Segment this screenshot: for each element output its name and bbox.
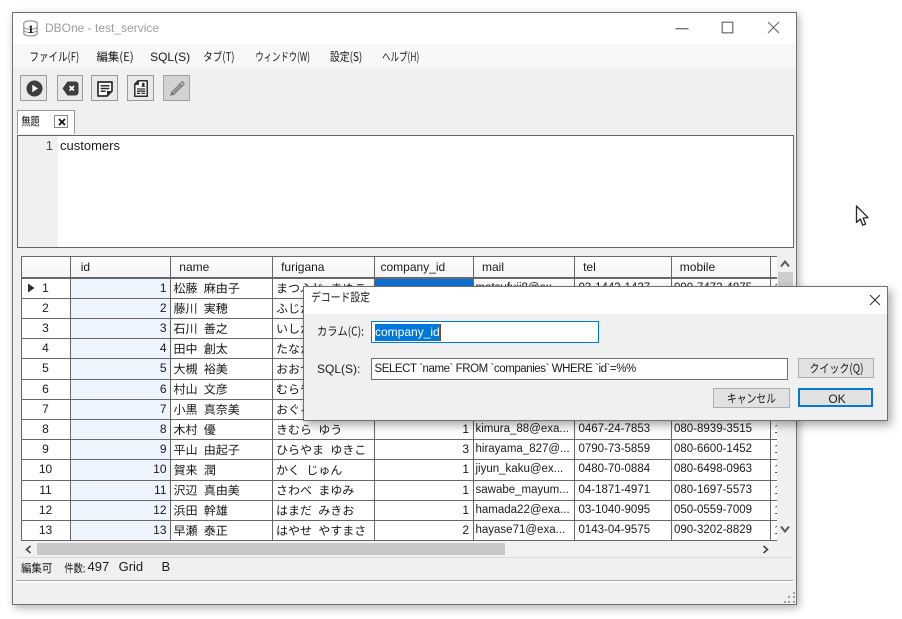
svg-text:1: 1 — [28, 22, 34, 36]
